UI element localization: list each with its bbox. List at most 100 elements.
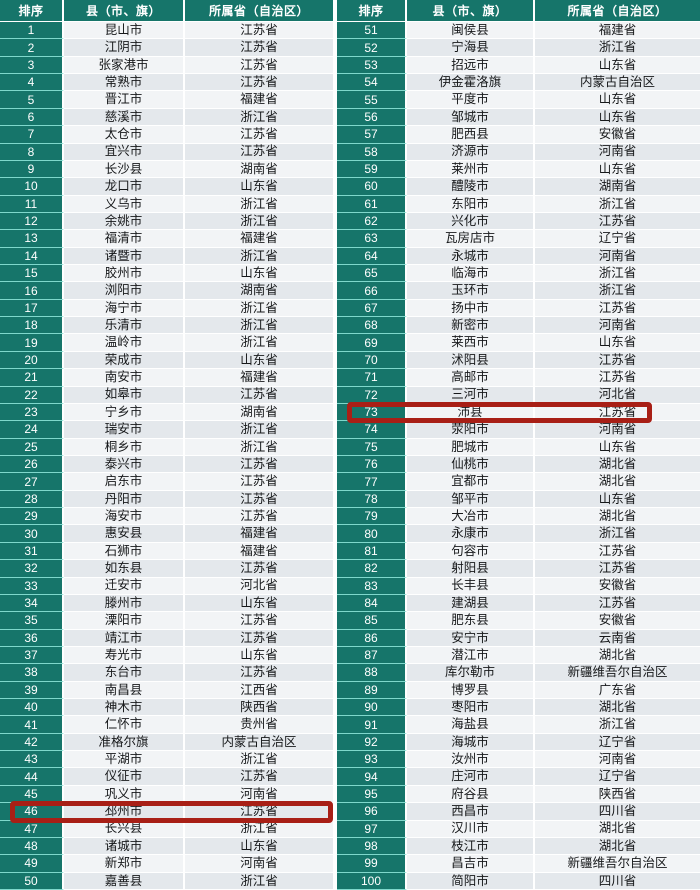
cell-rank: 62: [337, 212, 407, 231]
table-row: 43 平湖市 浙江省: [0, 751, 333, 769]
cell-county: 兴化市: [407, 212, 535, 231]
cell-county: 济源市: [407, 143, 535, 161]
cell-county: 临海市: [407, 265, 535, 283]
table-row: 65 临海市 浙江省: [337, 265, 700, 283]
cell-county: 准格尔旗: [64, 733, 185, 752]
cell-rank: 74: [337, 421, 407, 439]
cell-province: 四川省: [535, 872, 700, 890]
cell-rank: 46: [0, 803, 64, 821]
cell-province: 江苏省: [185, 473, 333, 491]
cell-rank: 49: [0, 855, 64, 873]
cell-province: 浙江省: [535, 716, 700, 734]
cell-rank: 85: [337, 612, 407, 630]
cell-rank: 29: [0, 508, 64, 526]
cell-county: 玉环市: [407, 282, 535, 300]
table-row: 3 张家港市 江苏省: [0, 56, 333, 75]
cell-province: 江苏省: [185, 386, 333, 404]
cell-rank: 34: [0, 594, 64, 613]
cell-county: 汉川市: [407, 820, 535, 838]
table-row: 73 沛县 江苏省: [337, 403, 700, 422]
cell-rank: 82: [337, 560, 407, 578]
cell-rank: 65: [337, 265, 407, 283]
cell-rank: 43: [0, 751, 64, 769]
cell-county: 寿光市: [64, 646, 185, 665]
table-row: 93 汝州市 河南省: [337, 751, 700, 769]
cell-rank: 24: [0, 421, 64, 439]
cell-rank: 15: [0, 265, 64, 283]
cell-province: 安徽省: [535, 612, 700, 630]
cell-rank: 57: [337, 126, 407, 144]
cell-county: 龙口市: [64, 178, 185, 196]
cell-county: 东阳市: [407, 195, 535, 213]
table-row: 92 海城市 辽宁省: [337, 733, 700, 752]
cell-county: 江阴市: [64, 39, 185, 57]
cell-rank: 86: [337, 629, 407, 647]
table-row: 83 长丰县 安徽省: [337, 577, 700, 595]
cell-province: 安徽省: [535, 577, 700, 595]
cell-county: 新郑市: [64, 855, 185, 873]
cell-rank: 59: [337, 160, 407, 179]
cell-county: 太仓市: [64, 126, 185, 144]
cell-province: 福建省: [185, 91, 333, 109]
cell-province: 湖北省: [535, 508, 700, 526]
cell-province: 湖南省: [185, 282, 333, 300]
cell-county: 沛县: [407, 403, 535, 422]
table-row: 60 醴陵市 湖南省: [337, 178, 700, 196]
cell-province: 山东省: [185, 837, 333, 856]
cell-rank: 99: [337, 855, 407, 873]
cell-rank: 37: [0, 646, 64, 665]
table-row: 49 新郑市 河南省: [0, 855, 333, 873]
cell-county: 如皋市: [64, 386, 185, 404]
table-row: 45 巩义市 河南省: [0, 785, 333, 804]
cell-province: 内蒙古自治区: [535, 74, 700, 92]
cell-rank: 97: [337, 820, 407, 838]
cell-province: 山东省: [535, 334, 700, 352]
cell-rank: 87: [337, 646, 407, 665]
table-row: 10 龙口市 山东省: [0, 178, 333, 196]
cell-rank: 13: [0, 230, 64, 248]
table-header-row-right: 排序 县（市、旗） 所属省（自治区）: [337, 0, 700, 22]
cell-province: 江苏省: [535, 403, 700, 422]
cell-rank: 56: [337, 108, 407, 127]
cell-county: 靖江市: [64, 629, 185, 647]
cell-county: 闽侯县: [407, 22, 535, 40]
cell-province: 山东省: [185, 178, 333, 196]
cell-rank: 67: [337, 299, 407, 318]
cell-county: 昌吉市: [407, 855, 535, 873]
cell-province: 贵州省: [185, 716, 333, 734]
cell-province: 浙江省: [185, 421, 333, 439]
cell-county: 高邮市: [407, 369, 535, 387]
cell-rank: 54: [337, 74, 407, 92]
cell-county: 乐清市: [64, 317, 185, 335]
cell-province: 山东省: [535, 91, 700, 109]
cell-province: 广东省: [535, 681, 700, 700]
cell-rank: 69: [337, 334, 407, 352]
cell-rank: 5: [0, 91, 64, 109]
table-row: 39 南昌县 江西省: [0, 681, 333, 700]
cell-province: 江苏省: [185, 39, 333, 57]
cell-province: 江苏省: [185, 143, 333, 161]
cell-rank: 3: [0, 56, 64, 75]
cell-county: 巩义市: [64, 785, 185, 804]
cell-rank: 92: [337, 733, 407, 752]
table-row: 59 莱州市 山东省: [337, 160, 700, 179]
cell-county: 邳州市: [64, 803, 185, 821]
cell-rank: 94: [337, 768, 407, 786]
cell-county: 博罗县: [407, 681, 535, 700]
cell-province: 浙江省: [535, 195, 700, 213]
cell-rank: 36: [0, 629, 64, 647]
table-row: 12 余姚市 浙江省: [0, 212, 333, 231]
table-row: 28 丹阳市 江苏省: [0, 490, 333, 509]
cell-county: 诸暨市: [64, 247, 185, 266]
cell-rank: 70: [337, 351, 407, 370]
cell-province: 浙江省: [185, 820, 333, 838]
cell-county: 慈溪市: [64, 108, 185, 127]
table-row: 46 邳州市 江苏省: [0, 803, 333, 821]
cell-province: 河南省: [535, 421, 700, 439]
table-row: 77 宜都市 湖北省: [337, 473, 700, 491]
cell-county: 海安市: [64, 508, 185, 526]
cell-county: 南昌县: [64, 681, 185, 700]
table-row: 71 高邮市 江苏省: [337, 369, 700, 387]
cell-province: 山东省: [535, 438, 700, 456]
cell-province: 山东省: [535, 160, 700, 179]
